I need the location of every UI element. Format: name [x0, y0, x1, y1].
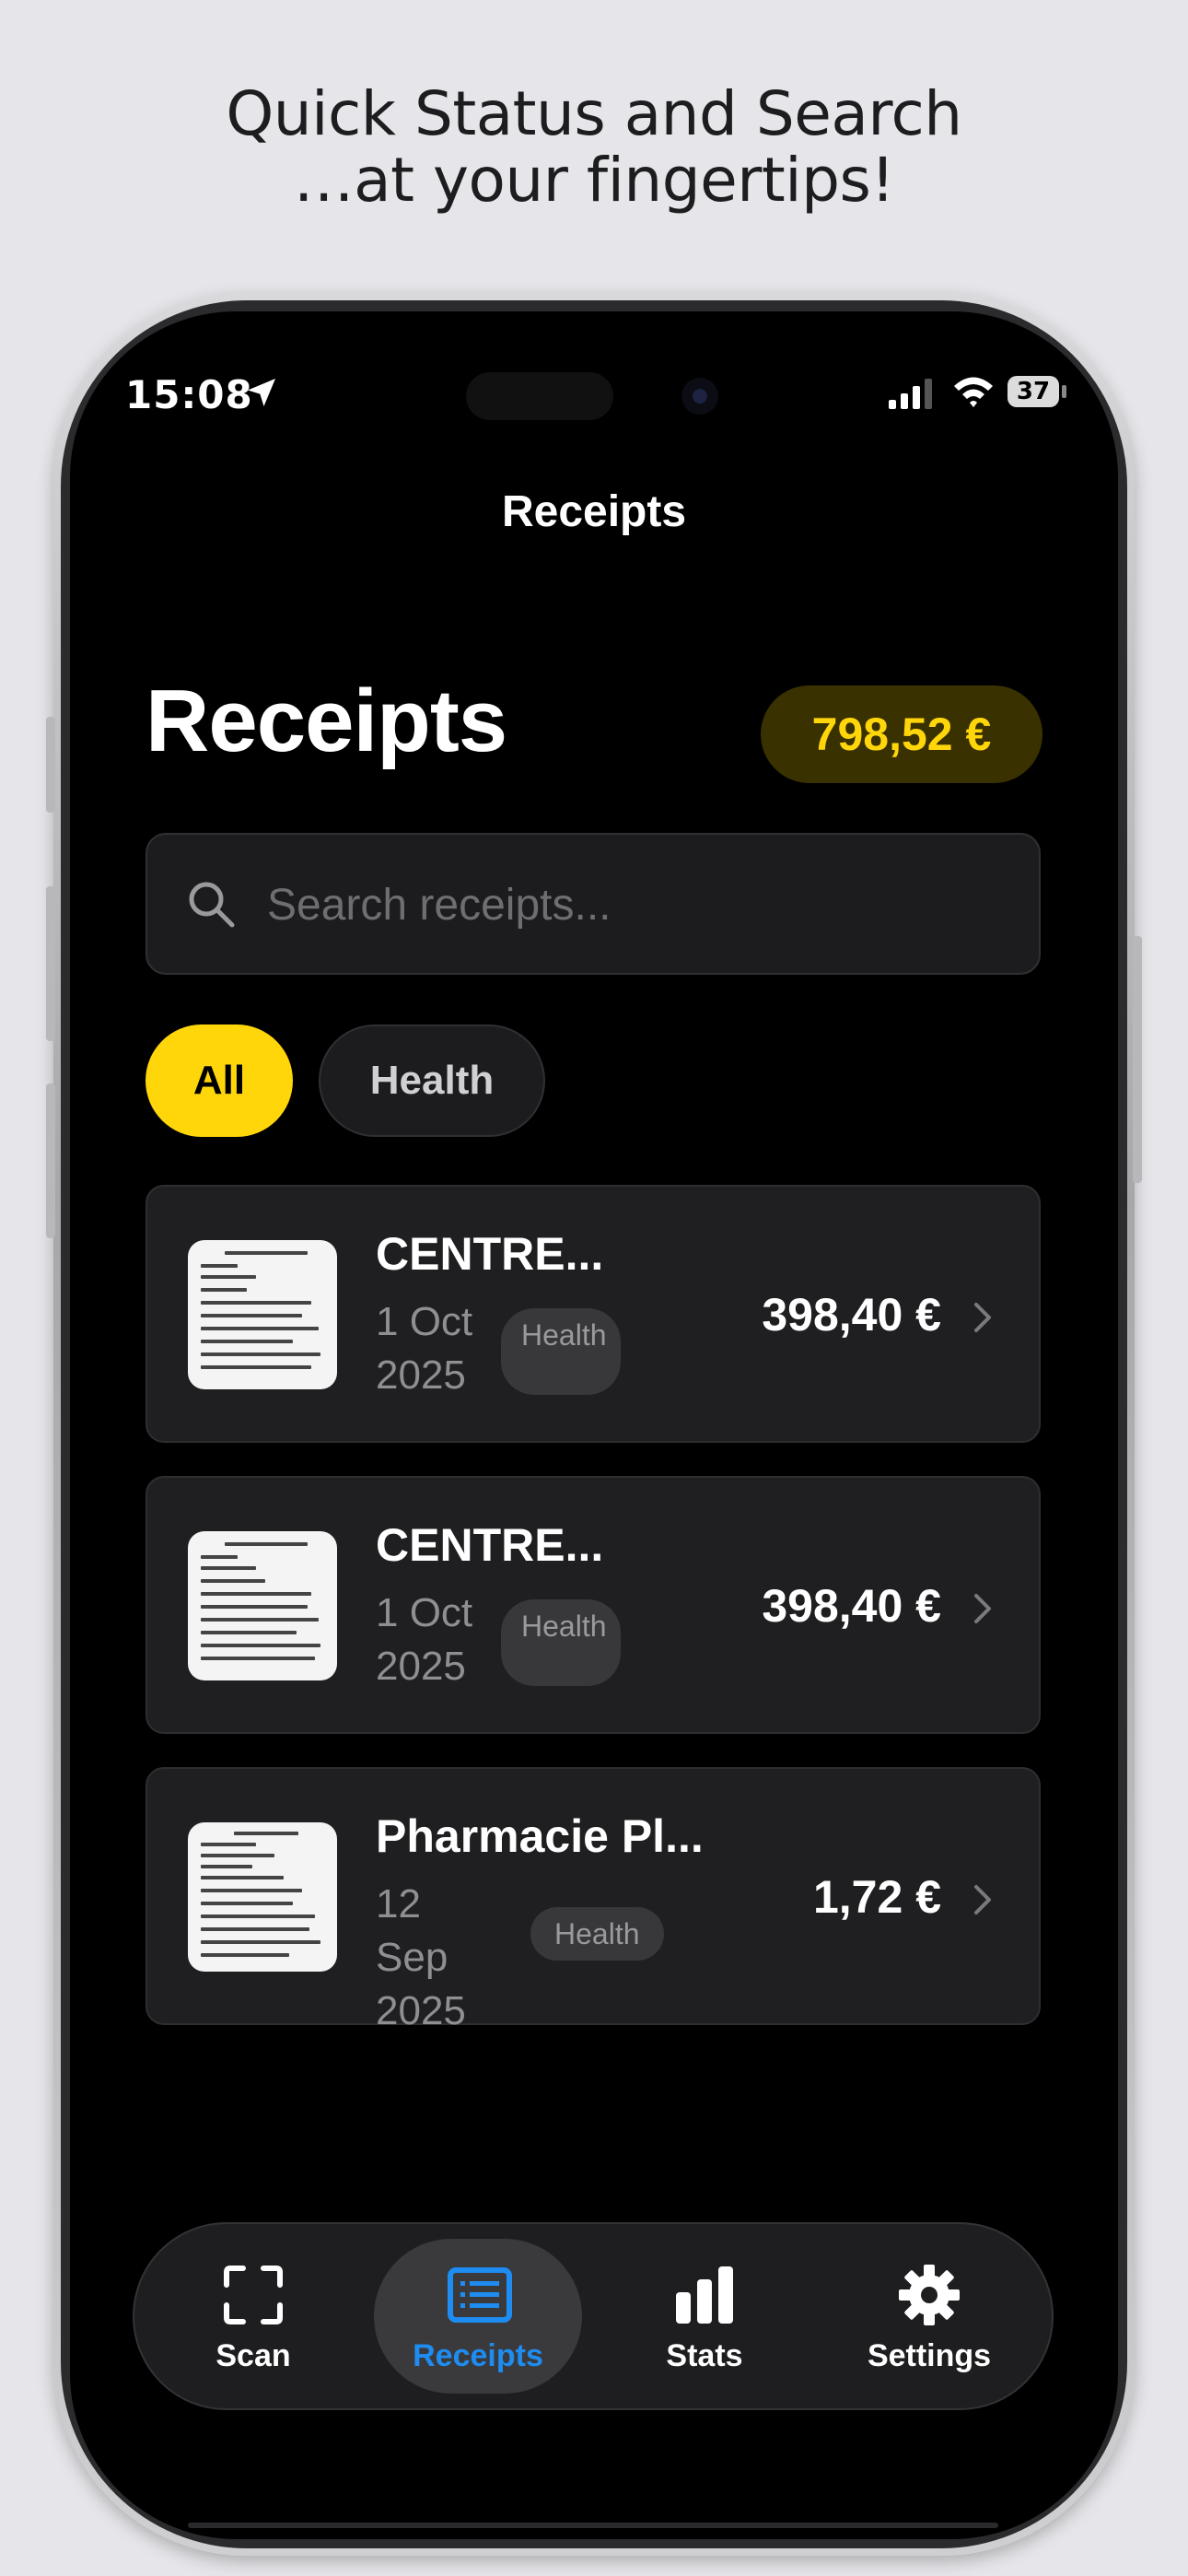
tab-stats[interactable]: Stats — [599, 2224, 810, 2408]
status-bar: 15:08 37 — [70, 311, 1118, 420]
dynamic-island — [466, 372, 613, 420]
receipts-list-icon — [448, 2267, 512, 2323]
receipt-merchant: Pharmacie Pl... — [376, 1810, 704, 1862]
receipt-category-tag: Health — [501, 1308, 621, 1395]
action-button — [46, 717, 55, 813]
receipt-amount: 398,40 € — [762, 1580, 941, 1632]
headline-line-2: …at your fingertips! — [293, 145, 895, 216]
camera-icon — [681, 378, 718, 415]
search-bar[interactable] — [146, 833, 1041, 975]
tab-scan[interactable]: Scan — [147, 2224, 359, 2408]
receipt-category-tag: Health — [501, 1599, 621, 1686]
search-icon — [189, 882, 235, 928]
bar-chart-icon — [676, 2266, 733, 2324]
total-amount-badge: 798,52 € — [761, 685, 1042, 783]
tab-label: Receipts — [413, 2338, 543, 2373]
wifi-icon — [954, 377, 993, 407]
receipt-date: 1 Oct 2025 — [376, 1299, 473, 1398]
app-screen: 15:08 37 Receipts Receipts 798,52 € All … — [70, 311, 1118, 2539]
headline-line-1: Quick Status and Search — [226, 78, 962, 149]
volume-up-button — [46, 886, 55, 1041]
receipt-amount: 1,72 € — [812, 1871, 941, 1923]
receipt-merchant: CENTRE... — [376, 1519, 604, 1571]
tab-settings[interactable]: Settings — [823, 2224, 1035, 2408]
tab-receipts[interactable]: Receipts — [374, 2239, 582, 2394]
battery-cap — [1062, 385, 1066, 398]
marketing-headline: Quick Status and Search …at your fingert… — [0, 81, 1188, 214]
chevron-right-icon — [974, 1885, 991, 1914]
receipt-date: 12 Sep 2025 — [376, 1881, 466, 2033]
receipt-card[interactable]: Pharmacie Pl... 12 Sep 2025 Health 1,72 … — [146, 1767, 1041, 2033]
home-indicator — [188, 2523, 998, 2528]
status-time: 15:08 — [125, 372, 253, 417]
receipt-thumbnail — [188, 1240, 337, 1389]
power-button — [1133, 936, 1142, 1183]
search-input[interactable] — [265, 862, 1006, 947]
receipt-card[interactable]: CENTRE... 1 Oct 2025 Health 398,40 € — [146, 1476, 1041, 1734]
scan-icon — [224, 2266, 283, 2324]
receipt-date: 1 Oct 2025 — [376, 1590, 473, 1689]
receipt-card[interactable]: CENTRE... 1 Oct 2025 Health 398,40 € — [146, 1185, 1041, 1443]
tab-bar: Scan Receipts Stats Settings — [133, 2222, 1054, 2410]
receipt-thumbnail — [188, 1822, 337, 1972]
gear-icon — [899, 2265, 960, 2325]
receipt-category-tag: Health — [530, 1907, 664, 1961]
signal-icon — [889, 379, 932, 409]
filter-chip-all[interactable]: All — [146, 1025, 293, 1137]
page-title: Receipts — [146, 672, 507, 770]
filter-chip-health[interactable]: Health — [319, 1025, 545, 1137]
receipt-thumbnail — [188, 1531, 337, 1680]
tab-label: Settings — [867, 2338, 992, 2373]
receipt-amount: 398,40 € — [762, 1289, 941, 1341]
tab-label: Scan — [215, 2338, 291, 2373]
nav-title: Receipts — [501, 487, 687, 536]
chevron-right-icon — [974, 1594, 991, 1623]
tab-label: Stats — [666, 2338, 743, 2373]
chevron-right-icon — [974, 1303, 991, 1332]
battery-icon: 37 — [1007, 376, 1059, 407]
location-arrow-icon — [248, 379, 275, 406]
volume-down-button — [46, 1083, 55, 1238]
receipt-merchant: CENTRE... — [376, 1228, 604, 1280]
